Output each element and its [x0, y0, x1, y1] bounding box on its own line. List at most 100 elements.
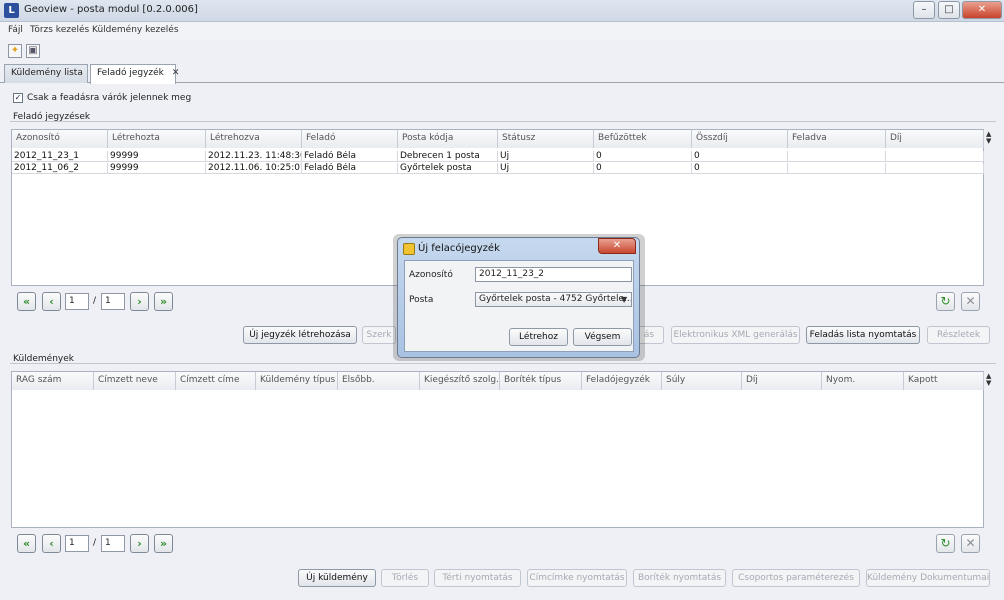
toolbar — [0, 40, 1004, 62]
delete-icon[interactable]: ✕ — [961, 534, 980, 553]
table-cell[interactable]: Debrecen 1 posta — [398, 151, 498, 162]
table-cell[interactable]: 99999 — [108, 151, 206, 162]
column-header[interactable]: Nyom. — [822, 372, 904, 390]
refresh-icon[interactable]: ↻ — [936, 292, 955, 311]
print-dispatch-list-button[interactable]: Feladás lista nyomtatás — [806, 326, 920, 344]
post-select[interactable]: Győrtelek posta - 4752 Győrtele... — [475, 292, 632, 307]
id-label: Azonosító — [409, 270, 453, 280]
table-cell[interactable] — [788, 163, 886, 174]
dialog-app-icon — [403, 243, 415, 255]
table-cell[interactable]: 0 — [692, 151, 788, 162]
chevron-down-icon[interactable]: ▼ — [621, 295, 627, 304]
table-cell[interactable]: Új — [498, 151, 594, 162]
table-cell[interactable]: 0 — [594, 163, 692, 174]
table-cell[interactable]: Feladó Béla — [302, 151, 398, 162]
batch-parameters-button[interactable]: Csoportos paraméterezés — [732, 569, 860, 587]
create-button[interactable]: Létrehoz — [509, 328, 568, 346]
column-header[interactable]: Címzett neve — [94, 372, 176, 390]
print-envelope-button[interactable]: Boríték nyomtatás — [633, 569, 726, 587]
menu-file[interactable]: Fájl — [8, 25, 23, 35]
cancel-button[interactable]: Végsem — [573, 328, 632, 346]
app-icon: L — [4, 3, 19, 18]
table-cell[interactable] — [886, 151, 984, 162]
table-cell[interactable] — [886, 163, 984, 174]
shipment-documents-button[interactable]: Küldemény Dokumentumai — [866, 569, 990, 587]
first-page-button[interactable]: « — [17, 292, 36, 311]
dialog-close-button[interactable]: ✕ — [598, 238, 636, 254]
table-scroll-arrows[interactable]: ▲ ▼ — [986, 131, 994, 145]
table-scroll-arrows[interactable]: ▲ ▼ — [986, 373, 994, 387]
column-header[interactable]: Díj — [886, 130, 984, 148]
column-header[interactable]: Kiegészítő szolg. — [420, 372, 500, 390]
table-cell[interactable]: 2012_11_23_1 — [12, 151, 108, 162]
table-cell[interactable]: 2012.11.23. 11:48:30 — [206, 151, 302, 162]
delete-button[interactable]: Törlés — [381, 569, 429, 587]
prev-page-button[interactable]: ‹ — [42, 534, 61, 553]
close-window-button[interactable]: ✕ — [962, 1, 1002, 19]
last-page-button[interactable]: » — [154, 292, 173, 311]
new-register-dialog: Új felacójegyzék ✕ Azonosító 2012_11_23_… — [397, 237, 640, 358]
column-header[interactable]: Címzett címe — [176, 372, 256, 390]
xml-generate-button[interactable]: Elektronikus XML generálás — [671, 326, 800, 344]
menu-master-data[interactable]: Törzs kezelés — [30, 25, 89, 35]
page-separator: / — [93, 296, 97, 306]
table-cell[interactable]: 2012.11.06. 10:25:07 — [206, 163, 302, 174]
table-cell[interactable]: 99999 — [108, 163, 206, 174]
maximize-button[interactable]: □ — [938, 1, 960, 19]
post-label: Posta — [409, 295, 434, 305]
column-header[interactable]: Befűzöttek — [594, 130, 692, 148]
column-header[interactable]: Összdíj — [692, 130, 788, 148]
new-document-icon[interactable]: ✦ — [8, 44, 22, 58]
column-header[interactable]: Küldemény típus — [256, 372, 338, 390]
section-divider — [10, 363, 996, 364]
column-header[interactable]: Kapott — [904, 372, 984, 390]
window-title: Geoview - posta modul [0.2.0.006] — [24, 4, 198, 15]
table-cell[interactable]: Győrtelek posta — [398, 163, 498, 174]
print-address-label-button[interactable]: Címcímke nyomtatás — [527, 569, 627, 587]
page-input[interactable]: 1 — [65, 535, 89, 552]
page-input[interactable]: 1 — [65, 293, 89, 310]
table-cell[interactable]: Feladó Béla — [302, 163, 398, 174]
table-cell[interactable] — [788, 151, 886, 162]
first-page-button[interactable]: « — [17, 534, 36, 553]
table-cell[interactable]: 0 — [594, 151, 692, 162]
minimize-button[interactable]: – — [913, 1, 935, 19]
column-header[interactable]: Posta kódja — [398, 130, 498, 148]
column-header[interactable]: Létrehozva — [206, 130, 302, 148]
tab-label: Küldemény lista — [11, 68, 83, 78]
title-bar: L Geoview - posta modul [0.2.0.006] – □ … — [0, 0, 1004, 22]
column-header[interactable]: Díj — [742, 372, 822, 390]
refresh-icon[interactable]: ↻ — [936, 534, 955, 553]
tab-shipment-list[interactable]: Küldemény lista✕ — [4, 64, 98, 83]
filter-checkbox[interactable]: ✓ — [13, 93, 23, 103]
print-return-receipt-button[interactable]: Térti nyomtatás — [434, 569, 521, 587]
table-cell[interactable]: Új — [498, 163, 594, 174]
new-register-button[interactable]: Új jegyzék létrehozása — [243, 326, 357, 344]
column-header[interactable]: Feladva — [788, 130, 886, 148]
column-header[interactable]: Azonosító — [12, 130, 108, 148]
column-header[interactable]: Boríték típus — [500, 372, 582, 390]
save-icon[interactable]: ▣ — [26, 44, 40, 58]
last-page-button[interactable]: » — [154, 534, 173, 553]
details-button[interactable]: Részletek — [927, 326, 990, 344]
next-page-button[interactable]: › — [130, 534, 149, 553]
delete-icon[interactable]: ✕ — [961, 292, 980, 311]
new-shipment-button[interactable]: Új küldemény — [298, 569, 376, 587]
next-page-button[interactable]: › — [130, 292, 149, 311]
column-header[interactable]: Súly — [662, 372, 742, 390]
prev-page-button[interactable]: ‹ — [42, 292, 61, 311]
column-header[interactable]: Elsőbb. — [338, 372, 420, 390]
column-header[interactable]: Létrehozta — [108, 130, 206, 148]
edit-button[interactable]: Szerk — [362, 326, 396, 344]
close-icon[interactable]: ✕ — [172, 68, 180, 78]
column-header[interactable]: Státusz — [498, 130, 594, 148]
column-header[interactable]: RAG szám — [12, 372, 94, 390]
table-cell[interactable]: 2012_11_06_2 — [12, 163, 108, 174]
id-field[interactable]: 2012_11_23_2 — [475, 267, 632, 282]
menu-shipment[interactable]: Küldemény kezelés — [92, 25, 179, 35]
column-header[interactable]: Feladójegyzék — [582, 372, 662, 390]
tab-dispatch-register[interactable]: Feladó jegyzék ✕ — [90, 64, 179, 84]
page-total: 1 — [101, 293, 125, 310]
column-header[interactable]: Feladó — [302, 130, 398, 148]
table-cell[interactable]: 0 — [692, 163, 788, 174]
